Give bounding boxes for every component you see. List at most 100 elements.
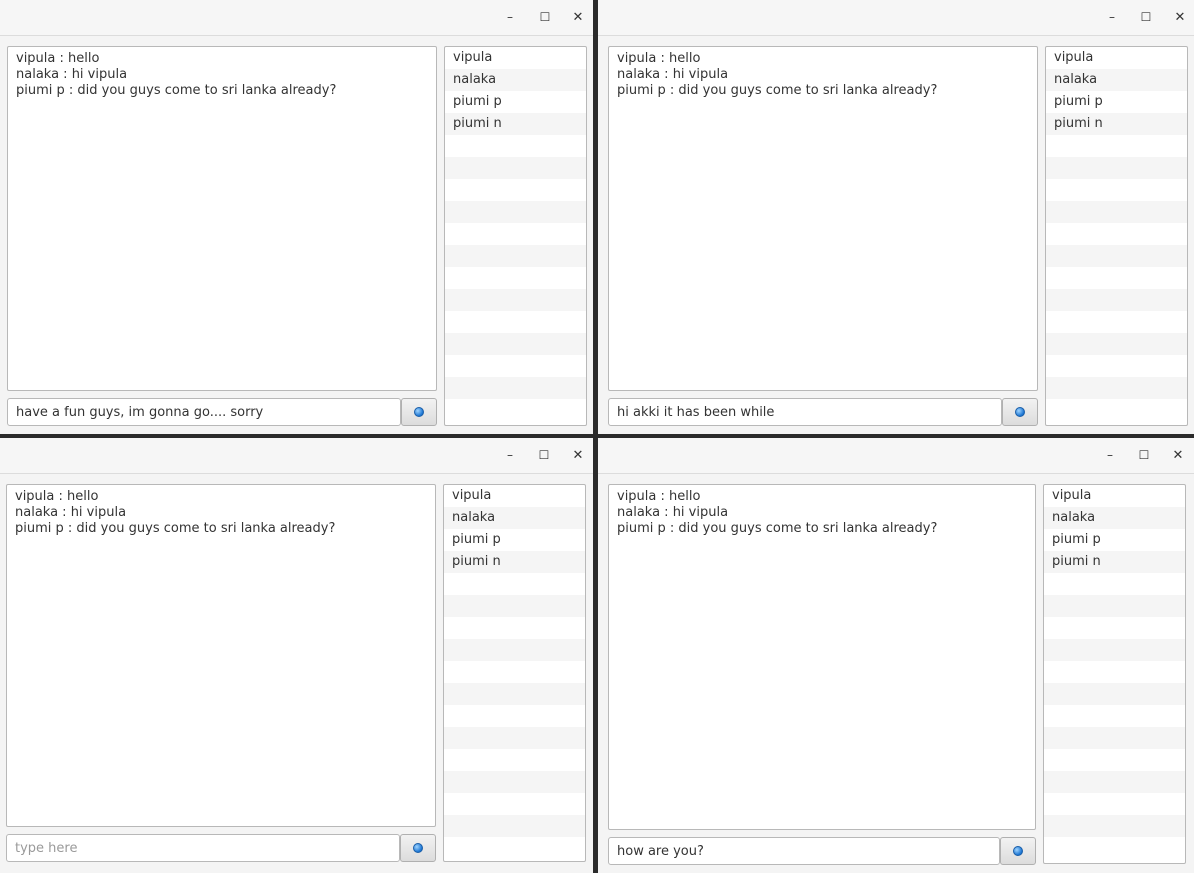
send-icon <box>413 843 423 853</box>
message-input[interactable] <box>7 398 401 426</box>
user-list-item[interactable]: vipula <box>445 47 586 69</box>
empty-row <box>445 333 586 355</box>
chat-log[interactable]: vipula : hello nalaka : hi vipula piumi … <box>6 484 436 827</box>
empty-row <box>444 705 585 727</box>
maximize-icon[interactable]: ☐ <box>533 6 557 28</box>
chat-log[interactable]: vipula : hello nalaka : hi vipula piumi … <box>608 46 1038 391</box>
empty-row <box>445 399 586 421</box>
user-list-item[interactable]: vipula <box>444 485 585 507</box>
user-list-item[interactable]: vipula <box>1044 485 1185 507</box>
empty-row <box>445 179 586 201</box>
empty-row <box>445 245 586 267</box>
user-list-item[interactable]: piumi n <box>1046 113 1187 135</box>
user-list[interactable]: vipula nalaka piumi p piumi n <box>444 46 587 426</box>
chat-message: piumi p : did you guys come to sri lanka… <box>617 521 938 536</box>
empty-row <box>445 157 586 179</box>
empty-row <box>1044 705 1185 727</box>
maximize-icon[interactable]: ☐ <box>1132 444 1156 466</box>
empty-row <box>444 573 585 595</box>
user-list-item[interactable]: piumi p <box>445 91 586 113</box>
send-button[interactable] <box>1000 837 1036 865</box>
minimize-icon[interactable]: – <box>1098 444 1122 466</box>
empty-row <box>1046 333 1187 355</box>
user-list-item[interactable]: piumi n <box>445 113 586 135</box>
empty-row <box>1046 201 1187 223</box>
empty-row <box>444 815 585 837</box>
chat-window-1: – ☐ ✕ vipula : hello nalaka : hi vipula … <box>0 0 593 434</box>
minimize-icon[interactable]: – <box>498 6 522 28</box>
empty-row <box>1046 179 1187 201</box>
chat-message: vipula : hello <box>16 51 100 66</box>
send-icon <box>1015 407 1025 417</box>
user-list-item[interactable]: piumi p <box>1044 529 1185 551</box>
user-list-item[interactable]: vipula <box>1046 47 1187 69</box>
user-list-item[interactable]: piumi p <box>1046 91 1187 113</box>
empty-row <box>1046 245 1187 267</box>
empty-row <box>1046 311 1187 333</box>
empty-row <box>444 661 585 683</box>
user-list-item[interactable]: piumi n <box>444 551 585 573</box>
chat-message: vipula : hello <box>617 489 701 504</box>
empty-row <box>1044 661 1185 683</box>
title-bar[interactable]: – ☐ ✕ <box>598 438 1194 474</box>
title-bar[interactable]: – ☐ ✕ <box>598 0 1194 36</box>
chat-message: piumi p : did you guys come to sri lanka… <box>15 521 336 536</box>
close-icon[interactable]: ✕ <box>566 444 590 466</box>
title-bar[interactable]: – ☐ ✕ <box>0 0 593 36</box>
empty-row <box>1044 595 1185 617</box>
maximize-icon[interactable]: ☐ <box>532 444 556 466</box>
empty-row <box>444 683 585 705</box>
message-input[interactable] <box>608 837 1000 865</box>
chat-message: vipula : hello <box>15 489 99 504</box>
empty-row <box>445 267 586 289</box>
empty-row <box>1044 617 1185 639</box>
empty-row <box>1046 267 1187 289</box>
user-list[interactable]: vipula nalaka piumi p piumi n <box>443 484 586 862</box>
empty-row <box>444 793 585 815</box>
close-icon[interactable]: ✕ <box>566 6 590 28</box>
chat-window-3: – ☐ ✕ vipula : hello nalaka : hi vipula … <box>0 438 593 873</box>
empty-row <box>1044 573 1185 595</box>
user-list-item[interactable]: nalaka <box>445 69 586 91</box>
empty-row <box>1044 683 1185 705</box>
send-button[interactable] <box>401 398 437 426</box>
empty-row <box>445 135 586 157</box>
close-icon[interactable]: ✕ <box>1168 6 1192 28</box>
empty-row <box>444 617 585 639</box>
chat-log[interactable]: vipula : hello nalaka : hi vipula piumi … <box>7 46 437 391</box>
user-list-item[interactable]: piumi n <box>1044 551 1185 573</box>
empty-row <box>1044 815 1185 837</box>
minimize-icon[interactable]: – <box>498 444 522 466</box>
empty-row <box>1044 727 1185 749</box>
empty-row <box>444 749 585 771</box>
empty-row <box>1044 771 1185 793</box>
empty-row <box>1044 639 1185 661</box>
empty-row <box>1044 793 1185 815</box>
user-list[interactable]: vipula nalaka piumi p piumi n <box>1043 484 1186 864</box>
send-button[interactable] <box>1002 398 1038 426</box>
empty-row <box>444 727 585 749</box>
empty-row <box>445 201 586 223</box>
chat-log[interactable]: vipula : hello nalaka : hi vipula piumi … <box>608 484 1036 830</box>
user-list-item[interactable]: nalaka <box>444 507 585 529</box>
chat-window-4: – ☐ ✕ vipula : hello nalaka : hi vipula … <box>598 438 1194 873</box>
user-list-item[interactable]: piumi p <box>444 529 585 551</box>
message-input[interactable] <box>608 398 1002 426</box>
chat-message: nalaka : hi vipula <box>617 505 729 520</box>
empty-row <box>1046 223 1187 245</box>
empty-row <box>445 355 586 377</box>
empty-row <box>444 595 585 617</box>
empty-row <box>445 223 586 245</box>
user-list[interactable]: vipula nalaka piumi p piumi n <box>1045 46 1188 426</box>
user-list-item[interactable]: nalaka <box>1046 69 1187 91</box>
empty-row <box>1046 377 1187 399</box>
empty-row <box>1046 355 1187 377</box>
message-input[interactable] <box>6 834 400 862</box>
title-bar[interactable]: – ☐ ✕ <box>0 438 593 474</box>
user-list-item[interactable]: nalaka <box>1044 507 1185 529</box>
minimize-icon[interactable]: – <box>1100 6 1124 28</box>
chat-message: piumi p : did you guys come to sri lanka… <box>617 83 938 98</box>
close-icon[interactable]: ✕ <box>1166 444 1190 466</box>
send-button[interactable] <box>400 834 436 862</box>
maximize-icon[interactable]: ☐ <box>1134 6 1158 28</box>
